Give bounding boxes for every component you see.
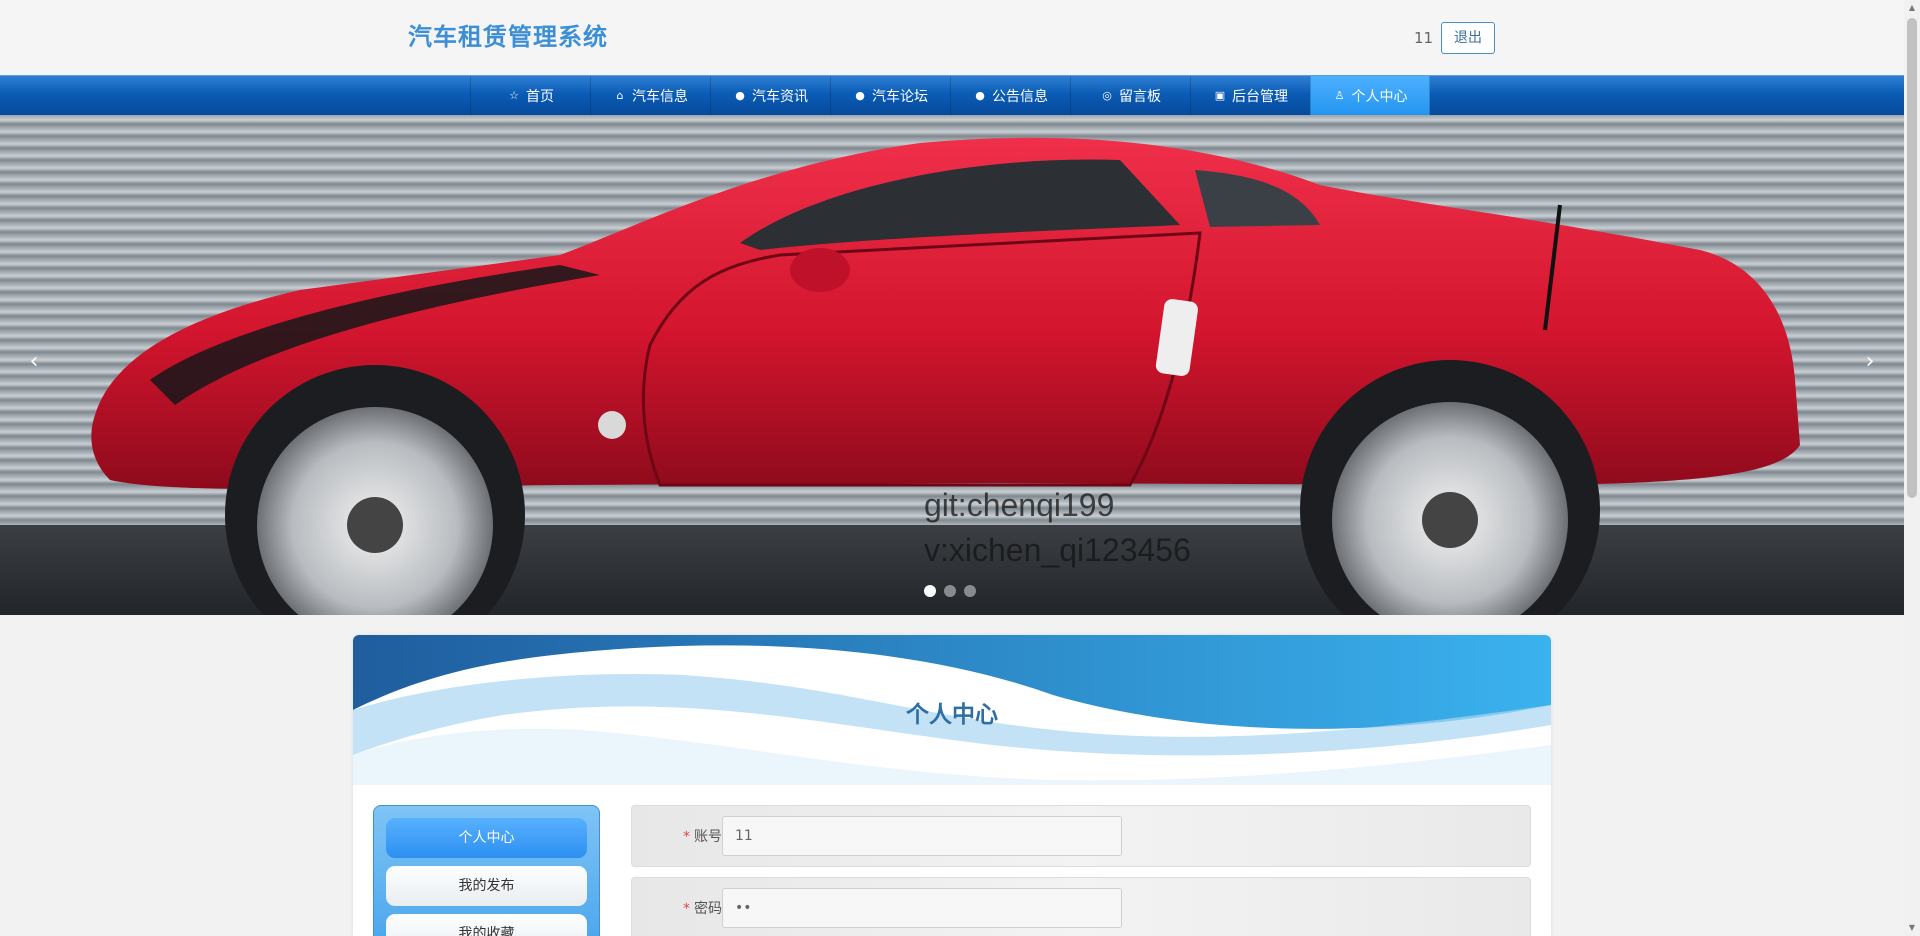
site-title: 汽车租赁管理系统 xyxy=(408,23,608,51)
question-circle-icon: ● xyxy=(855,89,865,102)
page-title: 个人中心 xyxy=(906,702,998,728)
nav-item-home[interactable]: ☆ 首页 xyxy=(470,76,590,115)
nav-item-personal-center[interactable]: ♙ 个人中心 xyxy=(1310,76,1430,115)
password-field[interactable] xyxy=(722,888,1122,928)
nav-item-car-forum[interactable]: ● 汽车论坛 xyxy=(830,76,950,115)
carousel-prev-arrow[interactable]: ‹ xyxy=(22,347,46,377)
side-item-my-posts[interactable]: 我的发布 xyxy=(386,866,587,906)
carousel-indicators xyxy=(924,585,976,597)
info-circle-icon: ● xyxy=(975,89,985,102)
carousel-dot[interactable] xyxy=(964,585,976,597)
nav-item-admin[interactable]: ▣ 后台管理 xyxy=(1190,76,1310,115)
account-label: * 账号 xyxy=(652,826,722,846)
nav-item-car-info[interactable]: ⌂ 汽车信息 xyxy=(590,76,710,115)
scroll-up-arrow-icon[interactable]: ▲ xyxy=(1907,3,1917,13)
password-label-text: 密码 xyxy=(694,901,722,917)
nav-item-label: 留言板 xyxy=(1119,88,1161,105)
nav-item-car-news[interactable]: ● 汽车资讯 xyxy=(710,76,830,115)
nav-item-label: 后台管理 xyxy=(1232,88,1288,105)
info-circle-icon: ● xyxy=(735,89,745,102)
banner-watermark-line2: v:xichen_qi123456 xyxy=(924,532,1191,568)
nav-item-label: 汽车论坛 xyxy=(872,88,928,105)
account-label-text: 账号 xyxy=(694,829,722,845)
nav-item-message-board[interactable]: ◎ 留言板 xyxy=(1070,76,1190,115)
carousel-dot[interactable] xyxy=(944,585,956,597)
user-icon: ♙ xyxy=(1334,89,1345,102)
carousel-next-arrow[interactable]: › xyxy=(1858,347,1882,377)
chat-icon: ◎ xyxy=(1102,89,1112,102)
scroll-thumb[interactable] xyxy=(1907,18,1917,498)
nav-item-announcements[interactable]: ● 公告信息 xyxy=(950,76,1070,115)
nav-item-label: 公告信息 xyxy=(992,88,1048,105)
required-marker: * xyxy=(683,829,690,845)
account-field[interactable] xyxy=(722,816,1122,856)
nav-item-label: 汽车信息 xyxy=(632,88,688,105)
nav-item-label: 个人中心 xyxy=(1351,88,1408,105)
form-row-account: * 账号 xyxy=(631,805,1531,867)
form-row-password: * 密码 xyxy=(631,877,1531,936)
banner-carousel: ‹ › git:chenqi199 v:xichen_qi123456 xyxy=(0,115,1904,615)
nav-item-label: 汽车资讯 xyxy=(752,88,808,105)
briefcase-icon: ▣ xyxy=(1214,89,1226,102)
page-scrollbar[interactable]: ▲ ▼ xyxy=(1904,0,1920,936)
main-nav: ☆ 首页 ⌂ 汽车信息 ● 汽车资讯 ● 汽车论坛 ● 公告信息 ◎ 留言板 ▣… xyxy=(0,75,1904,115)
personal-center-panel: 个人中心 个人中心 我的发布 我的收藏 *账号 *密码 xyxy=(353,635,1551,936)
top-header: 汽车租赁管理系统 11 退出 xyxy=(0,0,1904,75)
star-icon: ☆ xyxy=(509,89,519,102)
bag-icon: ⌂ xyxy=(616,89,624,102)
required-marker: * xyxy=(683,901,690,917)
carousel-dot[interactable] xyxy=(924,585,936,597)
logout-button[interactable]: 退出 xyxy=(1441,22,1495,54)
side-item-personal-center[interactable]: 个人中心 xyxy=(386,818,587,858)
nav-items: ☆ 首页 ⌂ 汽车信息 ● 汽车资讯 ● 汽车论坛 ● 公告信息 ◎ 留言板 ▣… xyxy=(470,76,1430,116)
side-item-my-favorites[interactable]: 我的收藏 xyxy=(386,914,587,936)
side-menu: 个人中心 我的发布 我的收藏 xyxy=(373,805,600,936)
password-label: * 密码 xyxy=(652,898,722,918)
scroll-down-arrow-icon[interactable]: ▼ xyxy=(1907,923,1917,933)
current-username: 11 xyxy=(1414,29,1434,47)
nav-item-label: 首页 xyxy=(526,88,554,105)
banner-watermark-line1: git:chenqi199 xyxy=(924,487,1115,523)
